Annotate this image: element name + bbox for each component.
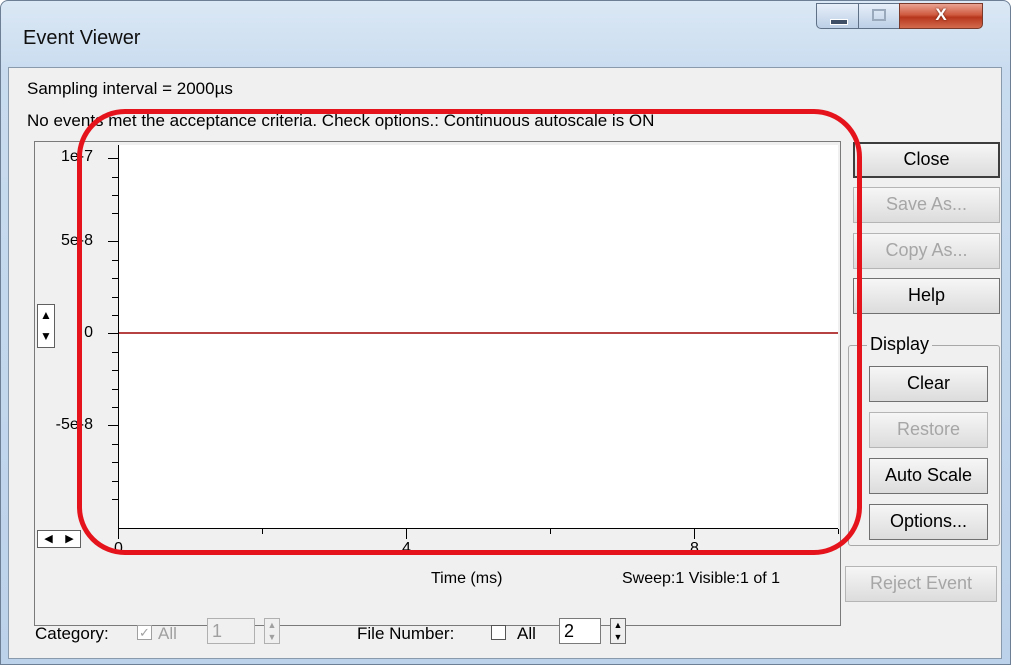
x-minor-tick bbox=[550, 529, 551, 534]
y-minor-tick bbox=[112, 499, 118, 500]
y-minor-tick bbox=[112, 177, 118, 178]
y-minor-tick bbox=[112, 389, 118, 390]
category-all-label: All bbox=[158, 624, 177, 643]
plot-area[interactable] bbox=[118, 145, 838, 529]
reject-event-button[interactable]: Reject Event bbox=[845, 566, 997, 602]
options-button[interactable]: Options... bbox=[869, 504, 988, 540]
y-major-tick bbox=[108, 425, 118, 426]
arrow-down-icon[interactable]: ▼ bbox=[38, 326, 54, 347]
trace-line bbox=[119, 332, 838, 334]
y-axis bbox=[118, 145, 119, 529]
arrow-left-icon[interactable]: ◀ bbox=[38, 531, 59, 547]
category-label: Category: bbox=[35, 624, 109, 643]
y-tick-label: -5e-8 bbox=[55, 416, 93, 433]
y-minor-tick bbox=[112, 370, 118, 371]
y-minor-tick bbox=[112, 315, 118, 316]
x-scale-spinner[interactable]: ◀ ▶ bbox=[37, 530, 81, 548]
arrow-up-icon[interactable]: ▲ bbox=[611, 619, 625, 631]
arrow-up-icon[interactable]: ▲ bbox=[265, 619, 279, 631]
display-group-label: Display bbox=[867, 334, 933, 355]
category-all-checkbox[interactable]: ✓ bbox=[137, 625, 152, 640]
y-minor-tick bbox=[112, 444, 118, 445]
maximize-icon bbox=[872, 9, 886, 21]
minimize-icon bbox=[830, 19, 848, 25]
y-minor-tick bbox=[112, 352, 118, 353]
restore-button[interactable]: Restore bbox=[869, 412, 988, 448]
x-axis bbox=[118, 528, 838, 529]
x-axis-label: Time (ms) bbox=[431, 570, 503, 587]
x-tick-label: 4 bbox=[402, 540, 411, 557]
y-scale-spinner[interactable]: ▲ ▼ bbox=[37, 304, 55, 348]
arrow-up-icon[interactable]: ▲ bbox=[38, 305, 54, 326]
file-all-checkbox[interactable] bbox=[491, 625, 506, 640]
category-spinner[interactable]: ▲ ▼ bbox=[264, 618, 280, 644]
y-minor-tick bbox=[112, 278, 118, 279]
clear-button[interactable]: Clear bbox=[869, 366, 988, 402]
y-minor-tick bbox=[112, 481, 118, 482]
copy-as-button[interactable]: Copy As... bbox=[853, 233, 1000, 269]
y-major-tick bbox=[108, 241, 118, 242]
x-tick-label: 8 bbox=[690, 540, 699, 557]
save-as-button[interactable]: Save As... bbox=[853, 187, 1000, 223]
x-major-tick bbox=[118, 529, 119, 539]
y-minor-tick bbox=[112, 462, 118, 463]
close-icon: X bbox=[935, 5, 947, 24]
x-major-tick bbox=[406, 529, 407, 539]
minimize-button[interactable] bbox=[816, 3, 859, 29]
sampling-interval-text: Sampling interval = 2000µs bbox=[27, 79, 233, 98]
x-major-tick bbox=[694, 529, 695, 539]
title-bar[interactable]: Event Viewer X bbox=[1, 1, 1010, 63]
maximize-button[interactable] bbox=[858, 3, 900, 29]
close-button[interactable]: Close bbox=[853, 142, 1000, 178]
y-minor-tick bbox=[112, 213, 118, 214]
file-number-label: File Number: bbox=[357, 624, 455, 643]
arrow-down-icon[interactable]: ▼ bbox=[611, 631, 625, 643]
y-major-tick bbox=[108, 333, 118, 334]
x-tick-label: 0 bbox=[114, 540, 123, 557]
y-minor-tick bbox=[112, 297, 118, 298]
help-button[interactable]: Help bbox=[853, 278, 1000, 314]
y-minor-tick bbox=[112, 260, 118, 261]
y-major-tick bbox=[108, 158, 118, 159]
window-close-button[interactable]: X bbox=[899, 3, 983, 29]
arrow-right-icon[interactable]: ▶ bbox=[59, 531, 80, 547]
y-tick-label: 5e-8 bbox=[60, 232, 93, 249]
sweep-status: Sweep:1 Visible:1 of 1 bbox=[622, 570, 781, 587]
x-minor-tick bbox=[838, 529, 839, 534]
window-title: Event Viewer bbox=[23, 27, 141, 49]
y-tick-label: 1e-7 bbox=[60, 148, 93, 165]
y-minor-tick bbox=[112, 407, 118, 408]
file-number-input[interactable]: 2 bbox=[559, 618, 601, 644]
auto-scale-button[interactable]: Auto Scale bbox=[869, 458, 988, 494]
x-minor-tick bbox=[262, 529, 263, 534]
file-all-label: All bbox=[517, 624, 536, 643]
file-number-spinner[interactable]: ▲ ▼ bbox=[610, 618, 626, 644]
arrow-down-icon[interactable]: ▼ bbox=[265, 631, 279, 643]
status-message: No events met the acceptance criteria. C… bbox=[27, 111, 655, 130]
y-minor-tick bbox=[112, 195, 118, 196]
category-input[interactable]: 1 bbox=[207, 618, 255, 644]
